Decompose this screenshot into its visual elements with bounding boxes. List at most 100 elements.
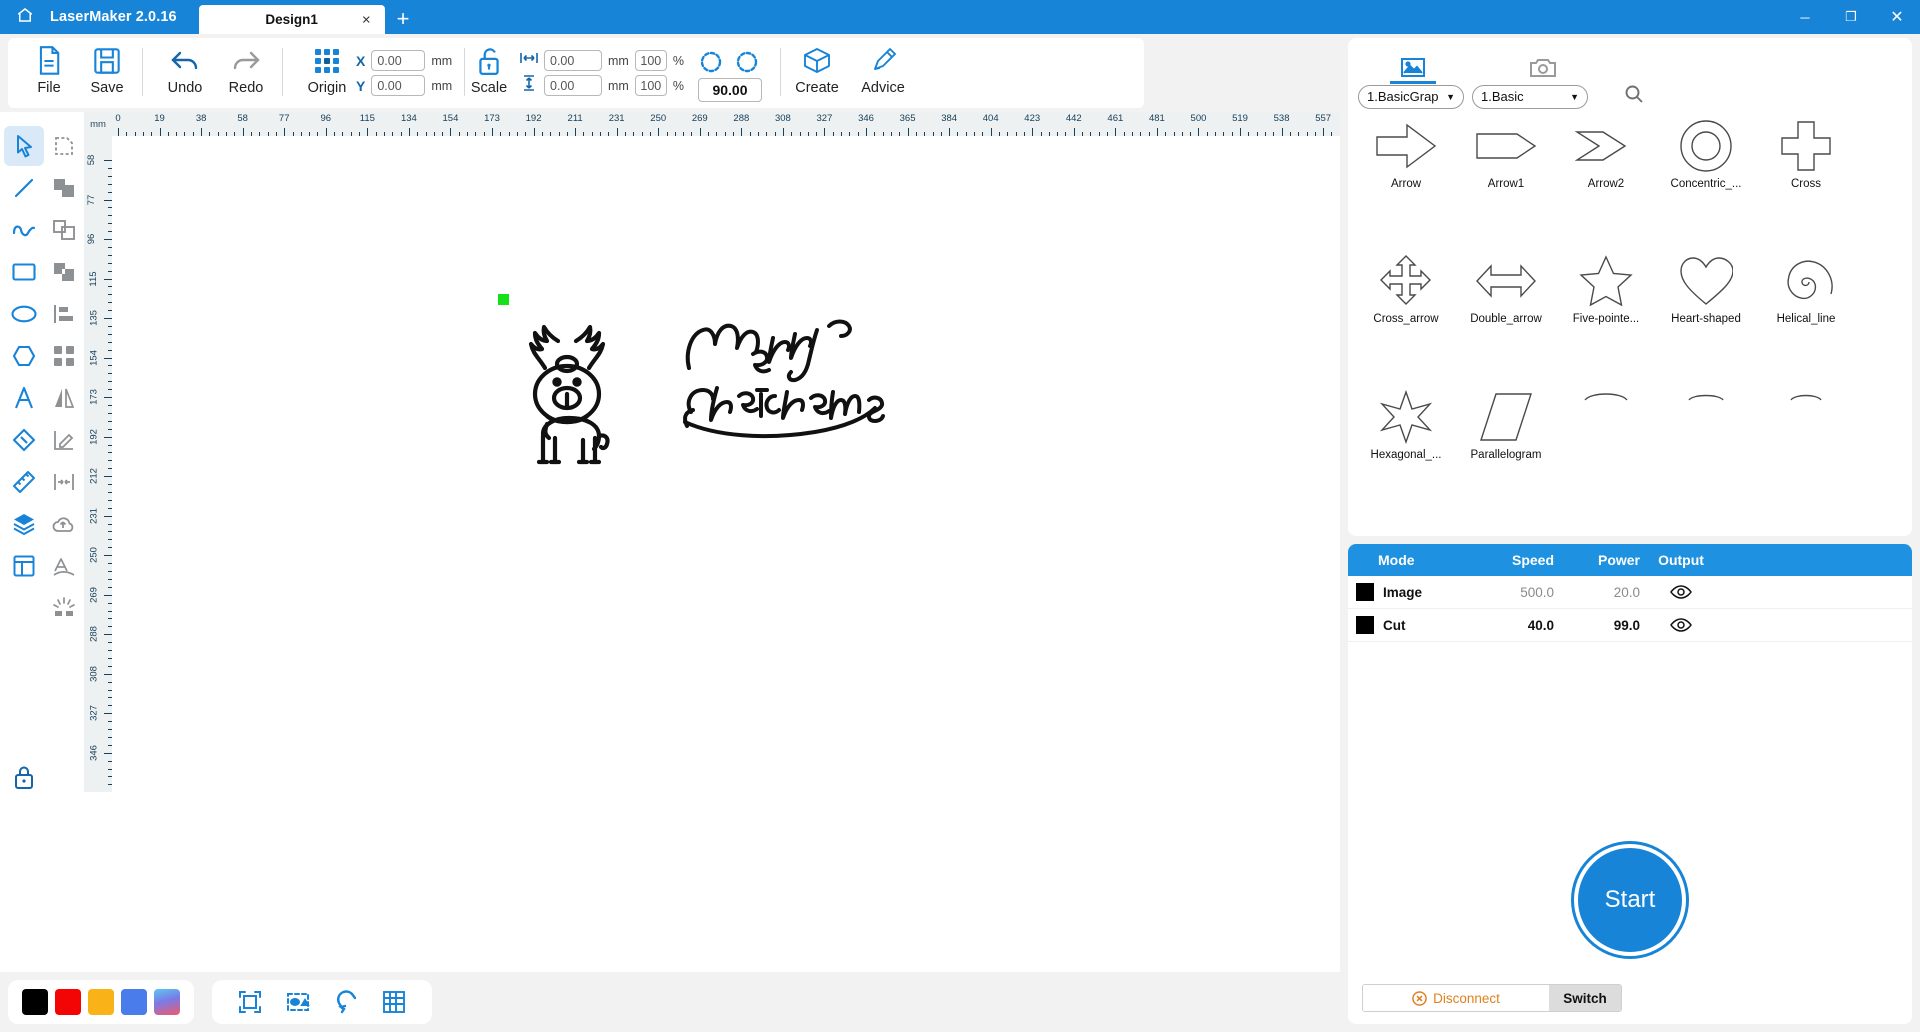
home-icon[interactable]: [8, 0, 42, 32]
offset-tool[interactable]: [44, 462, 84, 502]
shape-item-partial[interactable]: [1564, 386, 1648, 517]
shape-item[interactable]: Arrow: [1364, 115, 1448, 246]
horizontal-ruler[interactable]: 0 19 38 58 77 96 115 134 154 173 192 211 231 250 269 28…: [112, 112, 1340, 136]
scale-lock-button[interactable]: Scale: [452, 44, 526, 96]
measure-tool[interactable]: [4, 462, 44, 502]
mirror-tool[interactable]: [44, 378, 84, 418]
align-tool[interactable]: [44, 294, 84, 334]
table-row[interactable]: Cut 40.0 99.0: [1348, 609, 1912, 642]
shape-item[interactable]: Double_arrow: [1464, 250, 1548, 381]
switch-button[interactable]: Switch: [1549, 985, 1621, 1011]
select-tool[interactable]: [4, 126, 44, 166]
subtract-tool[interactable]: [44, 252, 84, 292]
layer-speed-cell[interactable]: 500.0: [1468, 585, 1554, 600]
new-tab-button[interactable]: +: [397, 8, 410, 30]
ellipse-tool[interactable]: [4, 294, 44, 334]
distribute-tool[interactable]: [44, 336, 84, 376]
intersect-tool[interactable]: [44, 210, 84, 250]
line-tool[interactable]: [4, 168, 44, 208]
shape-item[interactable]: Heart-shaped: [1664, 250, 1748, 381]
color-swatch-red[interactable]: [55, 989, 81, 1015]
cloud-tool[interactable]: [44, 504, 84, 544]
union-tool[interactable]: [44, 168, 84, 208]
eraser-tool[interactable]: [4, 420, 44, 460]
magnet-snap-icon[interactable]: [329, 985, 363, 1019]
camera-tab[interactable]: [1478, 38, 1608, 84]
layer-color-swatch[interactable]: [1356, 616, 1374, 634]
ruler-tick: [104, 278, 112, 280]
redo-button[interactable]: Redo: [209, 44, 283, 96]
shape-item[interactable]: Concentric_...: [1664, 115, 1748, 246]
curve-tool[interactable]: [4, 210, 44, 250]
color-palette: [8, 980, 194, 1024]
layer-output-cell[interactable]: [1640, 584, 1722, 600]
save-button[interactable]: Save: [70, 44, 144, 96]
gallery-tab[interactable]: [1348, 38, 1478, 84]
layout-tool[interactable]: [4, 546, 44, 586]
height-unit-label: mm: [608, 78, 629, 93]
table-row[interactable]: Image 500.0 20.0: [1348, 576, 1912, 609]
green-origin-marker[interactable]: [498, 294, 509, 305]
height-percent-input[interactable]: 100: [634, 75, 667, 96]
shape-item[interactable]: Cross: [1764, 115, 1848, 246]
image-gallery-icon: [1401, 58, 1425, 77]
maximize-icon[interactable]: ❐: [1828, 0, 1874, 34]
rotate-left-icon[interactable]: [698, 48, 724, 79]
window-close-icon[interactable]: ✕: [1874, 0, 1920, 34]
color-swatch-gradient[interactable]: [154, 989, 180, 1015]
shape-item[interactable]: Arrow1: [1464, 115, 1548, 246]
select-objects-icon[interactable]: [281, 985, 315, 1019]
canvas-sheet[interactable]: [112, 136, 1340, 792]
minimize-icon[interactable]: ─: [1782, 0, 1828, 34]
reindeer-artwork[interactable]: [507, 306, 627, 466]
y-input[interactable]: 0.00: [371, 75, 426, 96]
category-select[interactable]: 1.BasicGrap ▼: [1358, 84, 1464, 109]
advice-button[interactable]: Advice: [846, 44, 920, 96]
draw-measure-tool[interactable]: [44, 420, 84, 460]
lock-canvas-button[interactable]: [4, 757, 44, 797]
disconnect-button[interactable]: Disconnect: [1363, 985, 1549, 1011]
shape-item[interactable]: Helical_line: [1764, 250, 1848, 381]
shape-item[interactable]: Cross_arrow: [1364, 250, 1448, 381]
close-icon[interactable]: ×: [362, 12, 371, 27]
shape-item[interactable]: Arrow2: [1564, 115, 1648, 246]
origin-button[interactable]: Origin: [290, 44, 364, 96]
shape-item-partial[interactable]: [1664, 386, 1748, 517]
fit-frame-icon[interactable]: [233, 985, 267, 1019]
shape-item-partial[interactable]: [1764, 386, 1848, 517]
shape-item[interactable]: Five-pointe...: [1564, 250, 1648, 381]
polygon-tool[interactable]: [4, 336, 44, 376]
layer-power-cell[interactable]: 99.0: [1554, 618, 1640, 633]
search-icon[interactable]: [1624, 84, 1644, 109]
color-swatch-orange[interactable]: [88, 989, 114, 1015]
shape-item[interactable]: Hexagonal_...: [1364, 386, 1448, 517]
rotation-input[interactable]: 90.00: [698, 78, 762, 102]
width-percent-input[interactable]: 100: [634, 50, 667, 71]
text-tool[interactable]: [4, 378, 44, 418]
x-input[interactable]: 0.00: [371, 50, 426, 71]
document-tab[interactable]: Design1 ×: [198, 5, 385, 34]
color-swatch-blue[interactable]: [121, 989, 147, 1015]
rectangle-tool[interactable]: [4, 252, 44, 292]
layer-color-swatch[interactable]: [1356, 583, 1374, 601]
merry-christmas-artwork[interactable]: [677, 304, 892, 454]
layer-speed-cell[interactable]: 40.0: [1468, 618, 1554, 633]
width-input[interactable]: 0.00: [544, 50, 602, 71]
color-swatch-black[interactable]: [22, 989, 48, 1015]
node-edit-tool[interactable]: [44, 126, 84, 166]
text-path-tool[interactable]: [44, 546, 84, 586]
layers-tool[interactable]: [4, 504, 44, 544]
grid-icon[interactable]: [377, 985, 411, 1019]
layer-power-cell[interactable]: 20.0: [1554, 585, 1640, 600]
rotate-right-icon[interactable]: [734, 48, 760, 79]
engrave-tool[interactable]: [44, 588, 84, 628]
subcategory-select[interactable]: 1.Basic ▼: [1472, 84, 1588, 109]
shape-item[interactable]: Parallelogram: [1464, 386, 1548, 517]
design-canvas[interactable]: [112, 136, 1340, 792]
height-input[interactable]: 0.00: [544, 75, 602, 96]
vertical-ruler[interactable]: 58 77 96 115 135 154 173 192 212 231 250 269 288 308 3…: [84, 136, 112, 792]
layer-output-cell[interactable]: [1640, 617, 1722, 633]
start-button[interactable]: Start: [1574, 844, 1686, 956]
create-button[interactable]: Create: [780, 44, 854, 96]
shape-label: Cross_arrow: [1373, 313, 1439, 326]
